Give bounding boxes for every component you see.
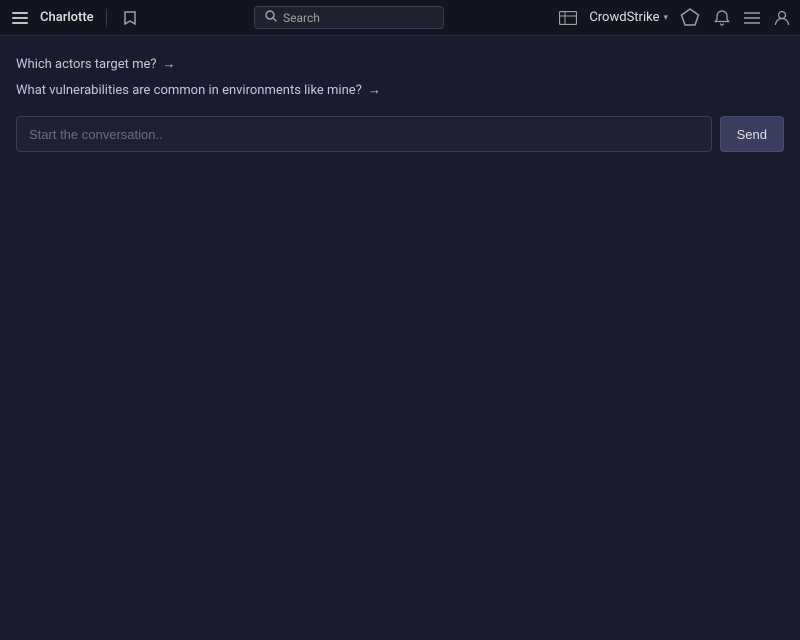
suggestion-text-1: Which actors target me? [16, 57, 157, 72]
apps-icon[interactable] [742, 9, 762, 27]
arrow-icon-1: → [163, 56, 176, 72]
arrow-icon-2: → [368, 82, 381, 98]
suggestion-text-2: What vulnerabilities are common in envir… [16, 83, 362, 98]
hamburger-icon[interactable] [8, 8, 32, 28]
chevron-down-icon: ▾ [663, 13, 668, 23]
notification-icon[interactable] [712, 8, 732, 28]
bookmark-icon[interactable] [119, 6, 141, 30]
suggestion-link-2[interactable]: What vulnerabilities are common in envir… [16, 82, 784, 98]
main-content: Which actors target me? → What vulnerabi… [0, 36, 800, 168]
search-label: Search [283, 11, 320, 25]
nav-left: Charlotte [8, 6, 141, 30]
conversation-input[interactable] [16, 116, 712, 152]
nav-right: CrowdStrike ▾ [557, 6, 792, 30]
nav-center: Search [141, 6, 558, 29]
crowdstrike-label: CrowdStrike [589, 10, 659, 25]
crowdstrike-pentagon-icon[interactable] [678, 6, 702, 30]
navbar: Charlotte Search [0, 0, 800, 36]
suggestion-link-1[interactable]: Which actors target me? → [16, 56, 784, 72]
app-title: Charlotte [40, 10, 94, 25]
user-icon[interactable] [772, 8, 792, 28]
platform-icon[interactable] [557, 9, 579, 27]
search-bar[interactable]: Search [254, 6, 444, 29]
input-row: Send [16, 116, 784, 152]
send-button[interactable]: Send [720, 116, 784, 152]
nav-divider [106, 9, 107, 27]
search-icon [265, 10, 277, 25]
crowdstrike-section[interactable]: CrowdStrike ▾ [589, 10, 668, 25]
